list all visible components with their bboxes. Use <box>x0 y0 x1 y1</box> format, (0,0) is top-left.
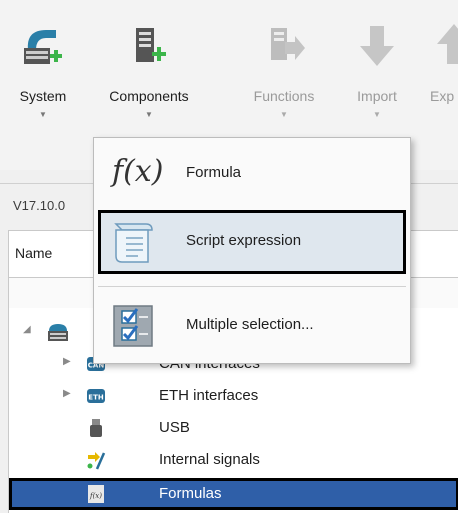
functions-icon <box>271 28 305 60</box>
svg-text:ETH: ETH <box>88 394 104 402</box>
system-button-label: System <box>19 88 67 104</box>
chevron-down-icon: ▼ <box>280 110 288 119</box>
export-button[interactable]: Exp <box>422 0 458 130</box>
menu-item-formula[interactable]: f(x) Formula <box>98 142 406 206</box>
formula-fx-icon: f(x) <box>108 150 163 198</box>
functions-button[interactable]: Functions ▼ <box>236 0 332 130</box>
tree-item-internal-signals[interactable]: Internal signals <box>9 444 458 476</box>
expand-icon[interactable]: ▶ <box>63 388 71 399</box>
export-arrow-icon <box>437 24 458 64</box>
tree-item-label: Internal signals <box>159 451 260 468</box>
menu-item-label: Multiple selection... <box>186 316 314 333</box>
menu-item-multiple-selection[interactable]: Multiple selection... <box>98 294 406 358</box>
chevron-down-icon: ▼ <box>373 110 381 119</box>
menu-item-label: Script expression <box>186 232 302 249</box>
import-button-label: Import <box>357 88 397 104</box>
menu-item-label: Formula <box>186 164 242 181</box>
internal-signals-icon <box>87 452 106 470</box>
tree-item-label: Formulas <box>159 485 222 502</box>
tree-item-label: USB <box>159 419 190 436</box>
export-button-label: Exp <box>430 88 455 104</box>
formulas-icon-text: f(x) <box>89 492 102 500</box>
multiple-selection-checklist-icon <box>113 305 153 347</box>
functions-button-label: Functions <box>253 88 315 104</box>
usb-icon <box>90 419 102 437</box>
tree-item-formulas[interactable]: f(x) Formulas <box>9 478 458 510</box>
collapse-icon[interactable]: ◢ <box>23 324 31 335</box>
tree-item-label: ETH interfaces <box>159 387 259 404</box>
expand-icon[interactable]: ▶ <box>63 356 71 367</box>
formulas-icon: f(x) <box>88 485 104 503</box>
components-add-icon <box>136 28 166 62</box>
menu-item-script-expression[interactable]: Script expression <box>98 210 406 274</box>
column-header-name[interactable]: Name <box>15 245 52 261</box>
tree-item-eth-interfaces[interactable]: ▶ ETH ETH interfaces <box>9 380 458 412</box>
components-button-label: Components <box>109 88 189 104</box>
eth-interface-icon: ETH <box>87 389 105 403</box>
version-label: V17.10.0 <box>13 198 66 213</box>
menu-separator <box>98 286 406 287</box>
script-scroll-icon <box>114 223 153 263</box>
import-arrow-icon <box>360 26 394 66</box>
system-button[interactable]: System ▼ <box>10 0 76 130</box>
components-dropdown-menu: f(x) Formula Script expression Multiple … <box>93 137 411 364</box>
components-button[interactable]: Components ▼ <box>78 0 220 130</box>
system-add-icon <box>24 30 62 64</box>
chevron-down-icon: ▼ <box>145 110 153 119</box>
import-button[interactable]: Import ▼ <box>340 0 414 130</box>
tree-item-usb[interactable]: USB <box>9 412 458 444</box>
chevron-down-icon: ▼ <box>39 110 47 119</box>
formula-fx-icon-text: f(x) <box>112 154 164 189</box>
system-device-icon <box>48 324 68 341</box>
